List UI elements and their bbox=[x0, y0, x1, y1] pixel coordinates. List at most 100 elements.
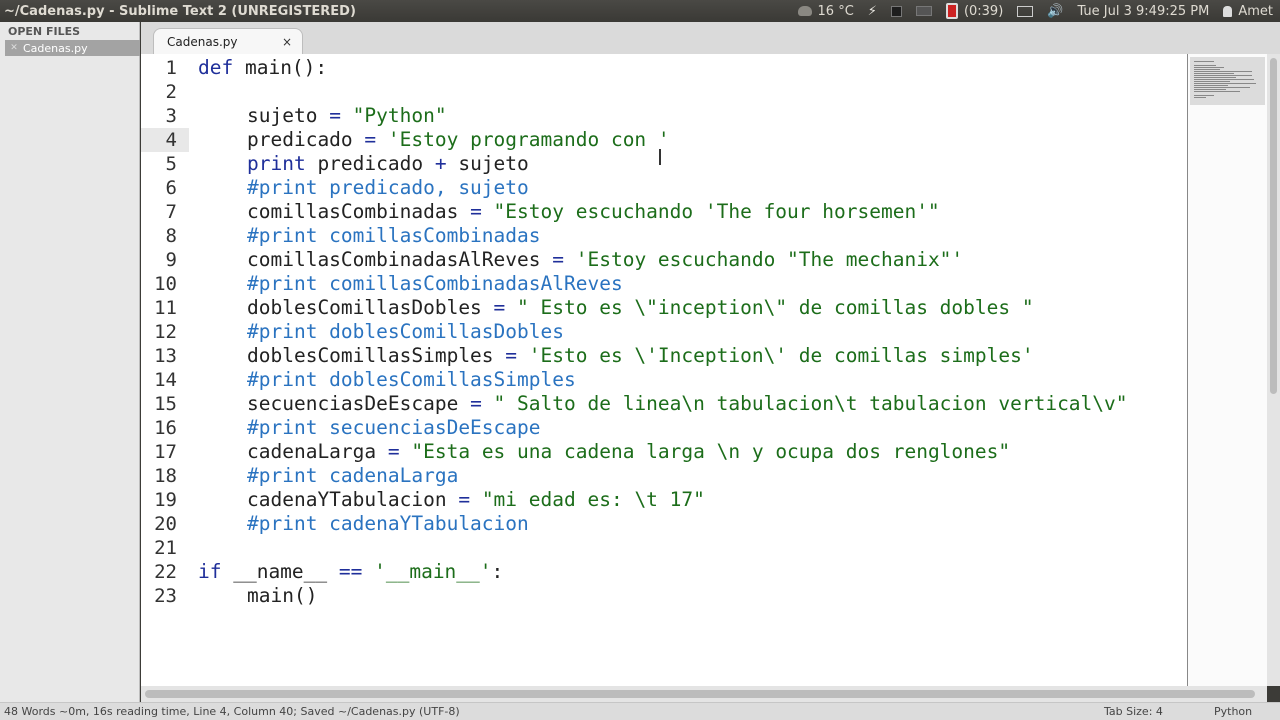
minimap-line bbox=[1194, 67, 1224, 68]
vertical-scrollbar[interactable] bbox=[1267, 54, 1280, 686]
minimap-line bbox=[1194, 83, 1256, 84]
sidebar-file-item[interactable]: ✕ Cadenas.py bbox=[5, 40, 140, 56]
minimap-line bbox=[1194, 65, 1216, 66]
minimap-line bbox=[1194, 95, 1214, 96]
sidebar: OPEN FILES ✕ Cadenas.py bbox=[0, 22, 140, 702]
code-line: 15 secuenciasDeEscape = " Salto de linea\… bbox=[141, 392, 1187, 416]
mail-icon bbox=[1017, 5, 1034, 17]
square-icon bbox=[890, 5, 902, 17]
code-text: predicado = 'Estoy programando con ' bbox=[247, 128, 670, 151]
line-number: 19 bbox=[154, 489, 177, 511]
code-line: 14 #print doblesComillasSimples bbox=[141, 368, 1187, 392]
line-number: 22 bbox=[154, 561, 177, 583]
power-indicator[interactable]: ⚡ bbox=[861, 0, 884, 22]
user-icon bbox=[1223, 5, 1233, 17]
vertical-scroll-thumb[interactable] bbox=[1270, 58, 1277, 394]
minimap-line bbox=[1194, 75, 1252, 76]
sound-indicator[interactable]: 🔊 bbox=[1040, 0, 1070, 22]
minimap-line bbox=[1194, 79, 1254, 80]
minimap[interactable] bbox=[1187, 54, 1267, 686]
code-line: 23 main() bbox=[141, 584, 1187, 608]
minimap-line bbox=[1194, 89, 1226, 90]
volume-icon: 🔊 bbox=[1047, 3, 1064, 19]
battery-indicator[interactable]: (0:39) bbox=[939, 0, 1010, 22]
code-text: doblesComillasDobles = " Esto es \"incep… bbox=[247, 296, 1034, 319]
weather-indicator[interactable]: 16 °C bbox=[791, 0, 861, 22]
line-number: 14 bbox=[154, 369, 177, 391]
open-files-header: OPEN FILES bbox=[8, 25, 81, 38]
user-name: Amet bbox=[1238, 3, 1273, 19]
user-menu[interactable]: Amet bbox=[1216, 0, 1280, 22]
code-editor[interactable]: 1 def main(): 2 3 sujeto = "Python" 4 predi… bbox=[141, 54, 1187, 686]
messaging-indicator[interactable] bbox=[1010, 0, 1040, 22]
system-tray: 16 °C ⚡ (0:39) 🔊 Tue Jul 3 9:49:25 PM Am… bbox=[791, 0, 1280, 22]
window-title: ~/Cadenas.py - Sublime Text 2 (UNREGISTE… bbox=[4, 3, 356, 19]
code-line: 17 cadenaLarga = "Esta es una cadena larg… bbox=[141, 440, 1187, 464]
code-text: comillasCombinadasAlReves = 'Estoy escuc… bbox=[247, 248, 964, 271]
minimap-line bbox=[1194, 61, 1214, 62]
line-number: 6 bbox=[165, 177, 177, 199]
line-number: 13 bbox=[154, 345, 177, 367]
line-number: 4 bbox=[141, 128, 189, 152]
line-number: 23 bbox=[154, 585, 177, 607]
code-text: cadenaYTabulacion = "mi edad es: \t 17" bbox=[247, 488, 705, 511]
line-number: 5 bbox=[165, 153, 177, 175]
code-text: def main(): bbox=[198, 56, 328, 79]
weather-temp: 16 °C bbox=[817, 3, 854, 19]
line-number: 8 bbox=[165, 225, 177, 247]
code-line: 22 if __name__ == '__main__': bbox=[141, 560, 1187, 584]
cloud-icon bbox=[797, 6, 812, 16]
bolt-icon: ⚡ bbox=[867, 3, 877, 19]
code-text: comillasCombinadas = "Estoy escuchando '… bbox=[247, 200, 940, 223]
line-number: 10 bbox=[154, 273, 177, 295]
code-line: 8 #print comillasCombinadas bbox=[141, 224, 1187, 248]
code-line: 16 #print secuenciasDeEscape bbox=[141, 416, 1187, 440]
syntax-selector[interactable]: Python bbox=[1214, 705, 1280, 718]
minimap-line bbox=[1194, 77, 1236, 78]
line-number: 17 bbox=[154, 441, 177, 463]
battery-time: (0:39) bbox=[963, 3, 1004, 19]
tab-bar: Cadenas.py × bbox=[141, 22, 1280, 54]
app-indicator[interactable] bbox=[884, 0, 909, 22]
line-number: 15 bbox=[154, 393, 177, 415]
code-line: 18 #print cadenaLarga bbox=[141, 464, 1187, 488]
line-number: 2 bbox=[165, 81, 177, 103]
horizontal-scroll-thumb[interactable] bbox=[145, 690, 1255, 698]
line-number: 21 bbox=[154, 537, 177, 559]
code-line: 9 comillasCombinadasAlReves = 'Estoy escu… bbox=[141, 248, 1187, 272]
code-line: 7 comillasCombinadas = "Estoy escuchando … bbox=[141, 200, 1187, 224]
line-number: 11 bbox=[154, 297, 177, 319]
code-comment: #print secuenciasDeEscape bbox=[247, 416, 541, 439]
status-text: 48 Words ~0m, 16s reading time, Line 4, … bbox=[4, 705, 460, 718]
top-panel: ~/Cadenas.py - Sublime Text 2 (UNREGISTE… bbox=[0, 0, 1280, 22]
minimap-line bbox=[1194, 97, 1206, 98]
line-number: 1 bbox=[165, 57, 177, 79]
code-line: 6 #print predicado, sujeto bbox=[141, 176, 1187, 200]
tab-size-selector[interactable]: Tab Size: 4 bbox=[1104, 705, 1214, 718]
tab-cadenas[interactable]: Cadenas.py × bbox=[153, 28, 303, 54]
line-number: 16 bbox=[154, 417, 177, 439]
battery-icon bbox=[945, 3, 958, 19]
code-comment: #print cadenaLarga bbox=[247, 464, 459, 487]
code-line: 20 #print cadenaYTabulacion bbox=[141, 512, 1187, 536]
code-comment: #print cadenaYTabulacion bbox=[247, 512, 529, 535]
code-comment: #print comillasCombinadas bbox=[247, 224, 541, 247]
horizontal-scrollbar[interactable] bbox=[141, 686, 1267, 702]
minimap-line bbox=[1194, 71, 1252, 72]
code-text: secuenciasDeEscape = " Salto de linea\n … bbox=[247, 392, 1128, 415]
minimap-line bbox=[1194, 87, 1250, 88]
code-text: doblesComillasSimples = 'Esto es \'Incep… bbox=[247, 344, 1034, 367]
minimap-line bbox=[1194, 91, 1240, 92]
tab-close-icon[interactable]: × bbox=[282, 35, 292, 49]
keyboard-indicator[interactable] bbox=[909, 0, 939, 22]
code-comment: #print predicado, sujeto bbox=[247, 176, 529, 199]
line-number: 9 bbox=[165, 249, 177, 271]
mouse-ibeam-cursor bbox=[659, 149, 661, 165]
clock[interactable]: Tue Jul 3 9:49:25 PM bbox=[1070, 0, 1216, 22]
close-icon[interactable]: ✕ bbox=[5, 43, 23, 53]
code-line: 5 print predicado + sujeto bbox=[141, 152, 1187, 176]
code-text: sujeto = "Python" bbox=[247, 104, 447, 127]
keyboard-icon bbox=[915, 6, 932, 16]
minimap-line bbox=[1194, 69, 1220, 70]
line-number: 7 bbox=[165, 201, 177, 223]
